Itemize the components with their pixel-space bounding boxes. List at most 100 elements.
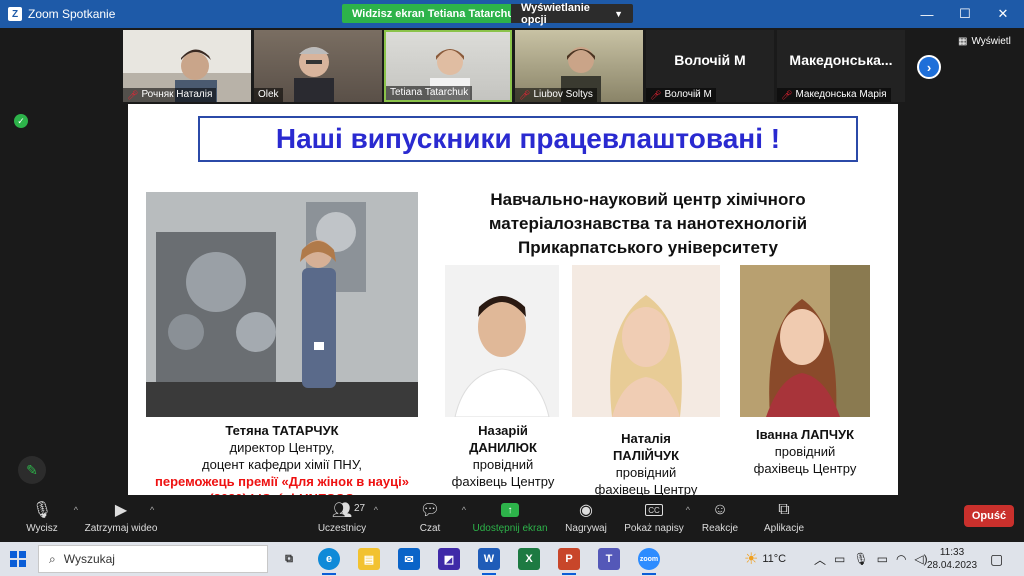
file-explorer-icon[interactable]: ▤	[358, 548, 380, 570]
center-name: Навчально-науковий центр хімічного матер…	[438, 188, 858, 260]
person-role: фахівець Центру	[753, 461, 857, 476]
participants-button[interactable]: 👥︎ Uczestnicy ^	[302, 499, 382, 534]
person-name: Іванна ЛАПЧУК	[755, 427, 855, 442]
award-text: переможець премії «Для жінок в науці» (2…	[155, 474, 409, 495]
participant-tile[interactable]: 🎤︎ Liubov Soltys	[515, 30, 643, 102]
microphone-icon: 🎙︎	[31, 502, 53, 519]
share-screen-button[interactable]: ↑ Udostępnij ekran	[470, 499, 550, 534]
mute-label: Wycisz	[26, 523, 58, 534]
tray-expand-icon[interactable]: ︿	[814, 551, 826, 568]
leave-button[interactable]: Opuść	[964, 505, 1014, 527]
mute-button[interactable]: 🎙︎ Wycisz ^	[2, 499, 82, 534]
taskbar-clock[interactable]: 11:33 28.04.2023	[926, 546, 978, 572]
wifi-icon[interactable]: ◠	[896, 552, 906, 566]
apps-button[interactable]: ⧉ Aplikacje	[744, 499, 824, 534]
stop-video-label: Zatrzymaj wideo	[84, 523, 158, 534]
windows-start-icon[interactable]	[10, 551, 26, 567]
caption-paliichuk: Наталія ПАЛІЙЧУК провідний фахівець Цент…	[570, 430, 722, 495]
maximize-button[interactable]: ☐	[946, 0, 984, 28]
person-role: доцент кафедри хімії ПНУ,	[202, 457, 362, 472]
chat-button[interactable]: 💬︎ Czat ^	[390, 499, 470, 534]
caret-up-icon[interactable]: ^	[374, 505, 378, 515]
task-view-icon[interactable]: ⧉	[278, 548, 300, 570]
windows-taskbar: ⌕ Wyszukaj ⧉ e ▤ ✉ ◩ W X P T zoom ☀ 11°C…	[0, 542, 1024, 576]
person-name: Назарій	[478, 423, 528, 438]
participant-name: Olek	[258, 89, 279, 100]
minimize-button[interactable]: —	[908, 0, 946, 28]
caption-tatarchuk: Тетяна ТАТАРЧУК директор Центру, доцент …	[146, 422, 418, 495]
participant-display-name: Волочій М	[674, 52, 746, 68]
share-screen-icon: ↑	[501, 499, 519, 521]
participant-tile[interactable]: Волочій М 🎤︎ Волочій М	[646, 30, 774, 102]
security-shield-icon[interactable]: ✓	[14, 114, 28, 128]
chevron-down-icon: ▼	[614, 8, 623, 19]
person-role: провідний	[615, 465, 677, 480]
share-screen-label: Udostępnij ekran	[472, 523, 548, 534]
caret-up-icon[interactable]: ^	[74, 505, 78, 515]
caption-danyliuk: Назарій ДАНИЛЮК провідний фахівець Центр…	[428, 422, 578, 490]
person-name: Наталія	[621, 431, 671, 446]
portrait-paliichuk	[572, 265, 720, 417]
participant-tile-active[interactable]: Tetiana Tatarchuk	[384, 30, 512, 102]
muted-mic-icon: 🎤︎	[519, 90, 531, 100]
apps-icon: ⧉	[778, 501, 790, 518]
record-icon: ◉	[579, 502, 593, 519]
search-icon: ⌕	[49, 551, 56, 566]
weather-widget[interactable]: ☀ 11°C	[744, 542, 786, 576]
excel-icon[interactable]: X	[518, 548, 540, 570]
portrait-image	[740, 265, 870, 417]
captions-label: Pokaż napisy	[624, 523, 684, 534]
caret-up-icon[interactable]: ^	[462, 505, 466, 515]
pencil-icon: ✎	[26, 461, 38, 478]
zoom-taskbar-icon[interactable]: zoom	[638, 548, 660, 575]
participant-name-bar: 🎤︎ Волочій М	[646, 88, 716, 102]
taskbar-search-box[interactable]: ⌕ Wyszukaj	[38, 545, 268, 573]
participant-tile[interactable]: Olek	[254, 30, 382, 102]
muted-mic-icon: 🎤︎	[127, 90, 139, 100]
person-name: ДАНИЛЮК	[469, 440, 537, 455]
participants-label: Uczestnicy	[317, 523, 367, 534]
powerpoint-icon[interactable]: P	[558, 548, 580, 575]
participant-name-bar: Tetiana Tatarchuk	[386, 86, 473, 100]
caption-lapchuk: Іванна ЛАПЧУК провідний фахівець Центру	[728, 426, 882, 477]
next-page-button[interactable]: ›	[917, 55, 941, 79]
word-icon[interactable]: W	[478, 548, 500, 575]
battery-icon[interactable]: ▭	[877, 552, 888, 566]
chat-bubble-icon: 💬︎	[419, 502, 441, 519]
participant-name: Liubov Soltys	[533, 89, 593, 100]
participant-tile[interactable]: 🎤︎ Рочняк Наталія	[123, 30, 251, 102]
close-button[interactable]: ✕	[984, 0, 1022, 28]
tray-app-icon[interactable]: ▭	[834, 552, 845, 566]
title-bar: Z Zoom Spotkanie Widzisz ekran Tetiana T…	[0, 0, 1024, 28]
captions-icon-text: CC	[645, 504, 663, 516]
person-role: провідний	[472, 457, 534, 472]
edge-browser-icon[interactable]: e	[318, 548, 340, 575]
participants-icon: 👥︎	[331, 502, 353, 519]
mail-icon[interactable]: ✉	[398, 548, 420, 570]
person-role: фахівець Центру	[594, 482, 698, 495]
chat-label: Czat	[419, 523, 441, 534]
meeting-toolbar: 🎙︎ Wycisz ^ ▶︎ Zatrzymaj wideo ^ 👥︎ Ucze…	[0, 495, 1024, 542]
microphone-tray-icon[interactable]: 🎙︎	[853, 552, 868, 566]
participant-name: Рочняк Наталія	[141, 89, 213, 100]
zoom-logo-icon: Z	[8, 7, 22, 21]
center-name-line: Навчально-науковий центр хімічного	[490, 190, 806, 209]
caret-up-icon[interactable]: ^	[150, 505, 154, 515]
person-name: Тетяна ТАТАРЧУК	[225, 423, 339, 438]
view-button[interactable]: ▦ Wyświetl	[958, 36, 1011, 47]
center-name-line: Прикарпатського університету	[518, 238, 778, 257]
chevron-right-icon: ›	[926, 59, 932, 75]
share-banner: Widzisz ekran Tetiana Tatarchuk	[342, 4, 531, 23]
annotate-pencil-button[interactable]: ✎	[18, 456, 46, 484]
view-options-button[interactable]: Wyświetlanie opcji ▼	[511, 2, 633, 26]
app-icon[interactable]: ◩	[438, 548, 460, 570]
apps-label: Aplikacje	[763, 523, 805, 534]
participant-tile[interactable]: Македонська... 🎤︎ Македонська Марія	[777, 30, 905, 102]
teams-icon[interactable]: T	[598, 548, 620, 570]
participant-name: Tetiana Tatarchuk	[390, 87, 469, 98]
lab-equipment-image	[146, 192, 418, 417]
participant-name-bar: 🎤︎ Македонська Марія	[777, 88, 891, 102]
notifications-icon[interactable]: ▢	[990, 542, 1003, 576]
person-role: фахівець Центру	[451, 474, 555, 489]
participant-name-bar: 🎤︎ Рочняк Наталія	[123, 88, 217, 102]
